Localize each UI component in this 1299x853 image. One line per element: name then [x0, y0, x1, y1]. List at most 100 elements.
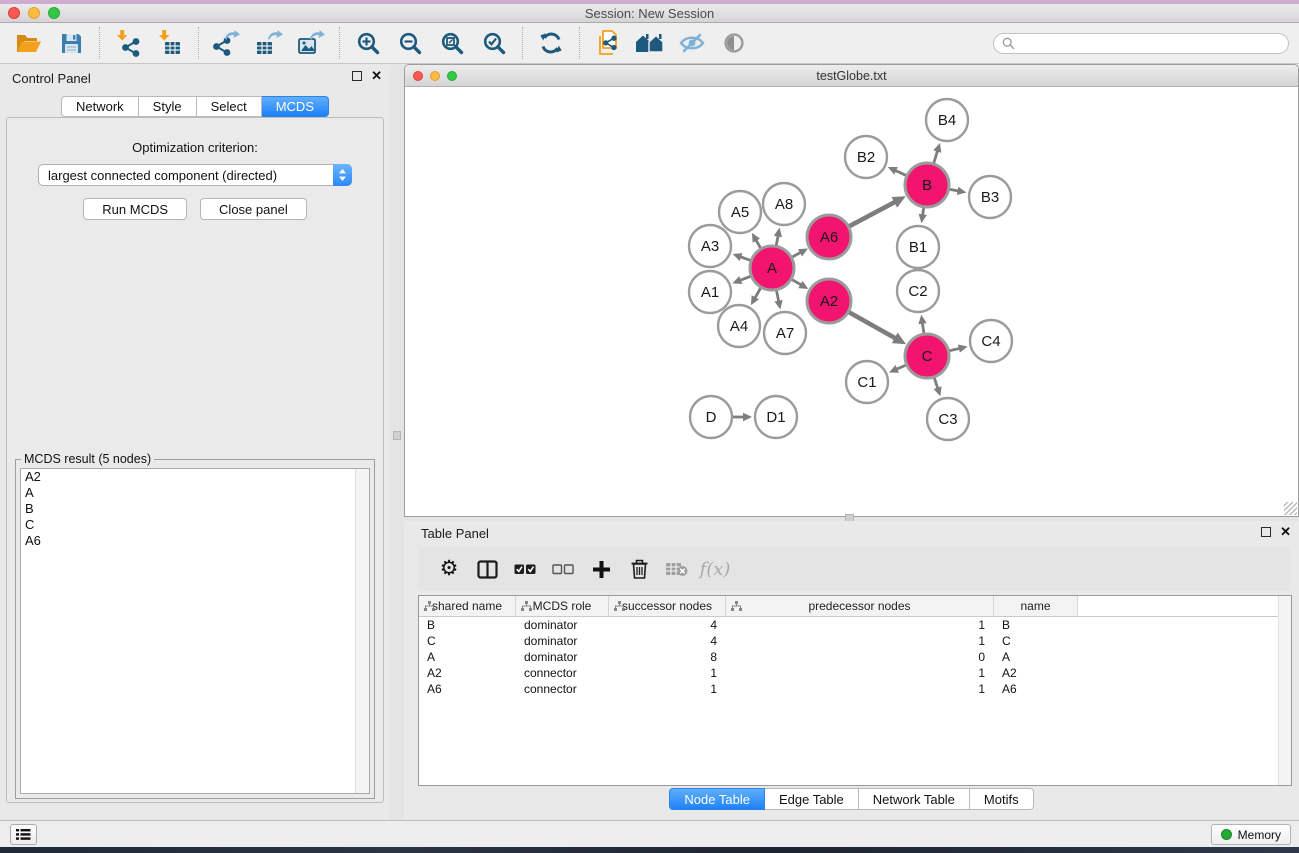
graph-edge-C-C3[interactable]: [934, 377, 938, 389]
zoom-in-button[interactable]: [347, 25, 389, 61]
graph-node-C4[interactable]: C4: [970, 320, 1012, 362]
column-header-shared-name[interactable]: shared name: [419, 596, 516, 616]
home-network-button[interactable]: [629, 25, 671, 61]
cell-successor-nodes[interactable]: 4: [609, 634, 726, 648]
graph-node-A3[interactable]: A3: [689, 225, 731, 267]
open-session-button[interactable]: [8, 25, 50, 61]
graph-node-D[interactable]: D: [690, 396, 732, 438]
tab-network[interactable]: Network: [61, 96, 139, 117]
graph-node-B3[interactable]: B3: [969, 176, 1011, 218]
cell-predecessor-nodes[interactable]: 0: [726, 650, 994, 664]
graph-edge-A-A4[interactable]: [755, 287, 761, 298]
cell-predecessor-nodes[interactable]: 1: [726, 618, 994, 632]
close-window-button[interactable]: [8, 7, 20, 19]
cell-successor-nodes[interactable]: 8: [609, 650, 726, 664]
graph-node-A2[interactable]: A2: [807, 279, 851, 323]
memory-button[interactable]: Memory: [1211, 824, 1291, 845]
graph-edge-B-B2[interactable]: [895, 170, 907, 175]
vertical-split-divider[interactable]: [390, 65, 404, 820]
cell-MCDS-role[interactable]: connector: [516, 682, 609, 696]
zoom-selected-button[interactable]: [473, 25, 515, 61]
graph-node-A7[interactable]: A7: [764, 312, 806, 354]
column-header-predecessor-nodes[interactable]: predecessor nodes: [726, 596, 994, 616]
table-row[interactable]: A6connector11A6: [419, 681, 1291, 697]
network-window-titlebar[interactable]: testGlobe.txt: [405, 65, 1298, 87]
cell-name[interactable]: C: [994, 634, 1078, 648]
cell-successor-nodes[interactable]: 1: [609, 682, 726, 696]
cell-MCDS-role[interactable]: dominator: [516, 618, 609, 632]
save-session-button[interactable]: [50, 25, 92, 61]
cell-predecessor-nodes[interactable]: 1: [726, 634, 994, 648]
graph-node-A1[interactable]: A1: [689, 271, 731, 313]
graph-node-C1[interactable]: C1: [846, 361, 888, 403]
cell-shared-name[interactable]: B: [419, 618, 516, 632]
cell-shared-name[interactable]: A6: [419, 682, 516, 696]
hide-selected-button[interactable]: [671, 25, 713, 61]
cell-name[interactable]: A2: [994, 666, 1078, 680]
delete-row-icon[interactable]: [620, 550, 658, 588]
table-row[interactable]: A2connector11A2: [419, 665, 1291, 681]
cell-predecessor-nodes[interactable]: 1: [726, 682, 994, 696]
column-header-name[interactable]: name: [994, 596, 1078, 616]
network-zoom-button[interactable]: [447, 71, 457, 81]
graph-node-A6[interactable]: A6: [807, 215, 851, 259]
session-titlebar[interactable]: Session: New Session: [0, 4, 1299, 23]
tab-motifs[interactable]: Motifs: [970, 788, 1034, 810]
tab-select[interactable]: Select: [197, 96, 262, 117]
graph-node-A5[interactable]: A5: [719, 191, 761, 233]
zoom-fit-button[interactable]: [431, 25, 473, 61]
search-input[interactable]: [1020, 36, 1280, 50]
export-image-button[interactable]: [290, 25, 332, 61]
cell-MCDS-role[interactable]: dominator: [516, 650, 609, 664]
cell-shared-name[interactable]: A2: [419, 666, 516, 680]
zoom-window-button[interactable]: [48, 7, 60, 19]
close-panel-button[interactable]: Close panel: [200, 198, 307, 220]
table-row[interactable]: Adominator80A: [419, 649, 1291, 665]
gear-icon[interactable]: ⚙: [430, 550, 468, 588]
graph-node-B[interactable]: B: [905, 163, 949, 207]
tab-node-table[interactable]: Node Table: [669, 788, 765, 810]
cell-shared-name[interactable]: C: [419, 634, 516, 648]
mcds-result-list[interactable]: A2ABCA6: [20, 468, 370, 794]
graph-node-A[interactable]: A: [750, 246, 794, 290]
import-table-button[interactable]: [149, 25, 191, 61]
graph-edge-A-A5[interactable]: [756, 240, 761, 249]
zoom-out-button[interactable]: [389, 25, 431, 61]
graph-edge-C-C4[interactable]: [948, 348, 959, 351]
panel-toggle-button[interactable]: [10, 824, 37, 845]
cell-name[interactable]: A6: [994, 682, 1078, 696]
network-close-button[interactable]: [413, 71, 423, 81]
graph-edge-C-C1[interactable]: [896, 365, 906, 370]
graph-edge-A-A2[interactable]: [791, 279, 801, 285]
tab-network-table[interactable]: Network Table: [859, 788, 970, 810]
float-table-panel-icon[interactable]: [1261, 527, 1271, 537]
result-item[interactable]: A6: [21, 533, 369, 549]
graph-node-B2[interactable]: B2: [845, 136, 887, 178]
import-network-button[interactable]: [107, 25, 149, 61]
float-panel-icon[interactable]: [352, 71, 362, 81]
show-all-button[interactable]: [713, 25, 755, 61]
columns-icon[interactable]: [468, 550, 506, 588]
tab-edge-table[interactable]: Edge Table: [765, 788, 859, 810]
graph-edge-B-B3[interactable]: [949, 189, 959, 191]
resize-grip-icon[interactable]: [1284, 502, 1297, 515]
column-header-MCDS-role[interactable]: MCDS role: [516, 596, 609, 616]
close-panel-icon[interactable]: ✕: [371, 71, 382, 81]
network-minimize-button[interactable]: [430, 71, 440, 81]
network-canvas[interactable]: B4B2BB3A8A5A6A3B1AA1C2A2A4A7C4CC1C3DD1: [405, 87, 1298, 516]
cell-MCDS-role[interactable]: connector: [516, 666, 609, 680]
graph-edge-A2-C[interactable]: [848, 312, 895, 339]
clone-network-button[interactable]: [587, 25, 629, 61]
divider-handle[interactable]: [393, 431, 401, 440]
cell-MCDS-role[interactable]: dominator: [516, 634, 609, 648]
cell-shared-name[interactable]: A: [419, 650, 516, 664]
result-item[interactable]: A: [21, 485, 369, 501]
cell-predecessor-nodes[interactable]: 1: [726, 666, 994, 680]
result-scrollbar[interactable]: [355, 469, 369, 793]
graph-edge-A-A3[interactable]: [740, 257, 751, 261]
graph-node-A8[interactable]: A8: [763, 183, 805, 225]
minimize-window-button[interactable]: [28, 7, 40, 19]
table-row[interactable]: Bdominator41B: [419, 617, 1291, 633]
criterion-select[interactable]: largest connected component (directed): [38, 164, 352, 186]
result-item[interactable]: C: [21, 517, 369, 533]
